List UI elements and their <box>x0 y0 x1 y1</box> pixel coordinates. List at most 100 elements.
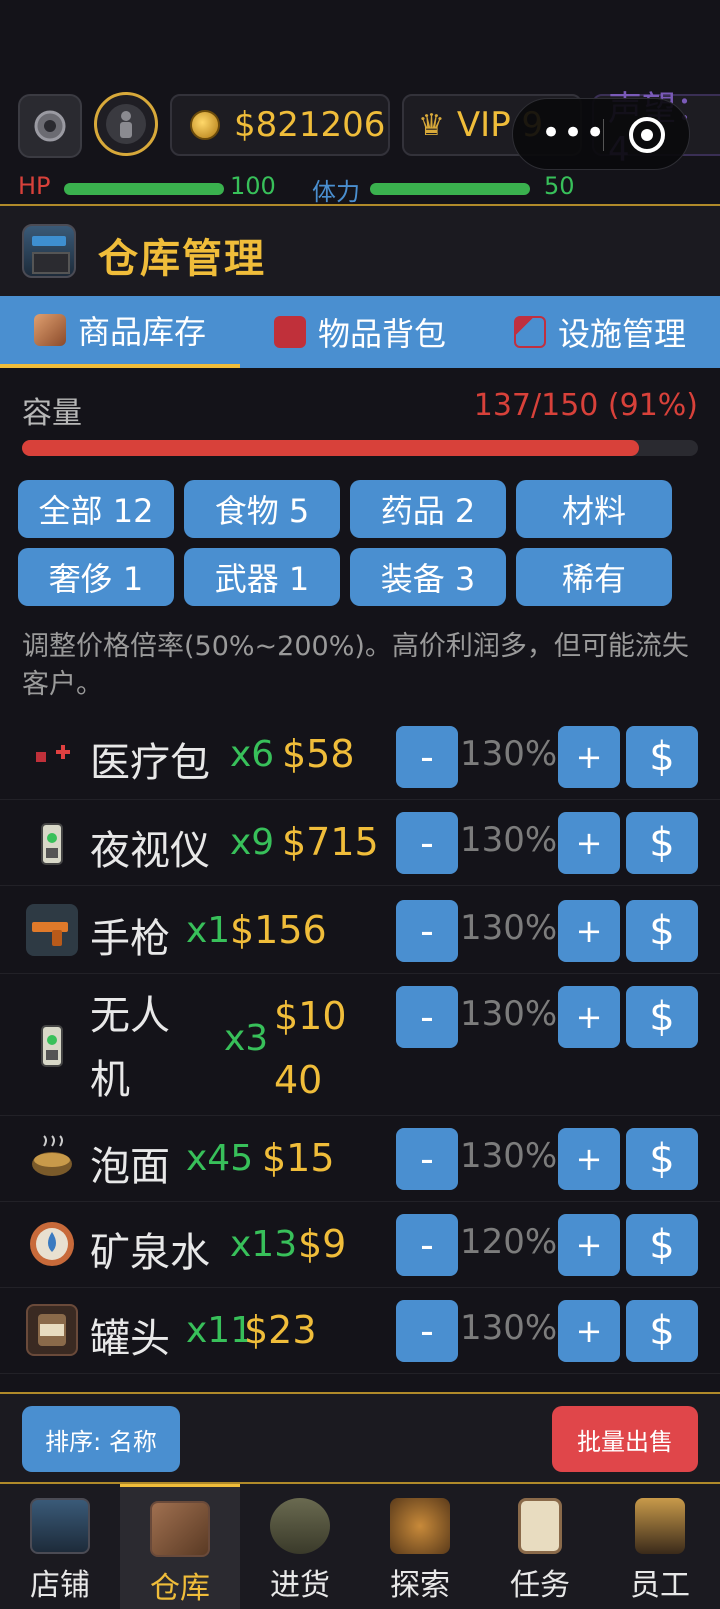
filter-rare[interactable]: 稀有 <box>516 548 672 606</box>
nav-shop[interactable]: 店铺 <box>0 1484 120 1609</box>
team-icon <box>635 1498 685 1554</box>
sell-button[interactable]: $ <box>626 1128 698 1190</box>
increase-price-button[interactable]: + <box>558 812 620 874</box>
close-miniprogram-button[interactable] <box>629 117 665 153</box>
capacity-row: 容量 137/150 (91%) <box>22 388 698 431</box>
sell-button[interactable]: $ <box>626 1214 698 1276</box>
page-title: 仓库管理 <box>98 236 266 282</box>
item-name: 医疗包 <box>90 740 210 786</box>
item-quantity: x13 <box>230 1224 298 1265</box>
decrease-price-button[interactable]: - <box>396 1128 458 1190</box>
sort-button[interactable]: 排序: 名称 <box>22 1406 180 1472</box>
coin-icon <box>190 110 220 140</box>
more-options-button[interactable]: ••• <box>541 116 607 150</box>
decrease-price-button[interactable]: - <box>396 1300 458 1362</box>
decrease-price-button[interactable]: - <box>396 900 458 962</box>
survivor-avatar-icon <box>106 104 146 144</box>
filter-materials[interactable]: 材料 <box>516 480 672 538</box>
item-name: 泡面 <box>90 1144 170 1190</box>
filter-weapons[interactable]: 武器 1 <box>184 548 340 606</box>
sell-button[interactable]: $ <box>626 1300 698 1362</box>
increase-price-button[interactable]: + <box>558 986 620 1048</box>
item-quantity: x3 <box>224 1018 269 1059</box>
sell-button[interactable]: $ <box>626 812 698 874</box>
increase-price-button[interactable]: + <box>558 1300 620 1362</box>
filter-equipment[interactable]: 装备 3 <box>350 548 506 606</box>
capacity-bar-fill <box>22 440 640 456</box>
bulk-sell-button[interactable]: 批量出售 <box>552 1406 698 1472</box>
increase-price-button[interactable]: + <box>558 1214 620 1276</box>
settings-button[interactable] <box>18 94 82 158</box>
tab-label: 物品背包 <box>317 315 446 353</box>
tab-bar: 商品库存 物品背包 设施管理 <box>0 296 720 368</box>
filter-luxury[interactable]: 奢侈 1 <box>18 548 174 606</box>
item-price: $156 <box>230 908 327 952</box>
nav-label: 员工 <box>630 1568 690 1603</box>
player-stats: HP 100 体力 50 <box>18 172 718 206</box>
nav-staff[interactable]: 员工 <box>600 1484 720 1609</box>
filter-all[interactable]: 全部 12 <box>18 480 174 538</box>
price-multiplier: 120% <box>460 1222 558 1262</box>
decrease-price-button[interactable]: - <box>396 1214 458 1276</box>
hp-value: 100 <box>230 172 276 200</box>
filter-medicine[interactable]: 药品 2 <box>350 480 506 538</box>
item-price: $58 <box>282 732 355 776</box>
nav-tasks[interactable]: 任务 <box>480 1484 600 1609</box>
item-quantity: x9 <box>230 822 275 863</box>
noodles-icon <box>26 1132 78 1184</box>
capacity-bar <box>22 440 698 456</box>
item-name: 罐头 <box>90 1316 170 1362</box>
sell-button[interactable]: $ <box>626 726 698 788</box>
nav-restock[interactable]: 进货 <box>240 1484 360 1609</box>
drone-icon <box>26 1018 78 1070</box>
item-quantity: x1 <box>186 910 231 951</box>
list-item: 泡面 x45 $15 - 130% + $ <box>0 1116 720 1202</box>
item-name: 矿泉水 <box>90 1230 210 1276</box>
nav-warehouse[interactable]: 仓库 <box>120 1484 240 1609</box>
tab-facilities[interactable]: 设施管理 <box>480 296 720 368</box>
water-icon <box>26 1218 78 1270</box>
decrease-price-button[interactable]: - <box>396 812 458 874</box>
capsule-divider <box>603 119 604 151</box>
item-quantity: x6 <box>230 734 275 775</box>
list-item: 手枪 x1 $156 - 130% + $ <box>0 886 720 974</box>
price-multiplier: 130% <box>460 994 558 1034</box>
hp-label: HP <box>18 172 51 200</box>
increase-price-button[interactable]: + <box>558 1128 620 1190</box>
miniprogram-capsule: ••• <box>512 98 690 170</box>
sell-button[interactable]: $ <box>626 900 698 962</box>
capacity-label: 容量 <box>22 396 82 431</box>
item-name: 夜视仪 <box>90 828 210 874</box>
decrease-price-button[interactable]: - <box>396 986 458 1048</box>
item-price: $23 <box>244 1308 317 1352</box>
canned-food-icon <box>26 1304 78 1356</box>
shop-icon <box>30 1498 90 1554</box>
price-multiplier: 130% <box>460 734 558 774</box>
nav-label: 任务 <box>510 1568 570 1603</box>
bulk-action-bar: 排序: 名称 批量出售 <box>0 1392 720 1484</box>
clipboard-icon <box>518 1498 562 1554</box>
money-value: $821206 <box>234 105 386 145</box>
tab-inventory[interactable]: 商品库存 <box>0 296 240 368</box>
price-multiplier: 130% <box>460 820 558 860</box>
warehouse-icon <box>150 1501 210 1557</box>
tab-backpack[interactable]: 物品背包 <box>240 296 480 368</box>
item-name: 无人机 <box>90 993 170 1103</box>
list-item: 罐头 x11 $23 - 130% + $ <box>0 1288 720 1374</box>
nav-explore[interactable]: 探索 <box>360 1484 480 1609</box>
decrease-price-button[interactable]: - <box>396 726 458 788</box>
capacity-value: 137/150 (91%) <box>473 388 698 423</box>
filter-food[interactable]: 食物 5 <box>184 480 340 538</box>
backpack-icon <box>273 316 306 348</box>
increase-price-button[interactable]: + <box>558 726 620 788</box>
price-hint: 调整价格倍率(50%~200%)。高价利润多，但可能流失客户。 <box>22 631 689 700</box>
nav-label: 店铺 <box>30 1568 90 1603</box>
item-name: 手枪 <box>90 916 170 962</box>
item-price: $15 <box>262 1136 335 1180</box>
hp-bar <box>64 183 224 195</box>
item-price: $715 <box>282 820 379 864</box>
sell-button[interactable]: $ <box>626 986 698 1048</box>
avatar[interactable] <box>94 92 158 156</box>
increase-price-button[interactable]: + <box>558 900 620 962</box>
money-display: $821206 <box>170 94 390 156</box>
